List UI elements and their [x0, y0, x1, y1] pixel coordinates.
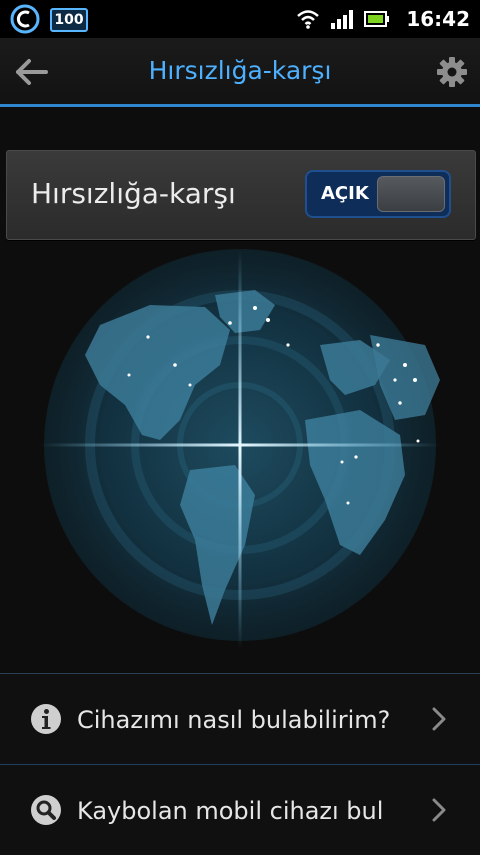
- page-title: Hırsızlığa-karşı: [148, 56, 332, 85]
- gear-icon[interactable]: [434, 54, 470, 90]
- switch-state-label: AÇIK: [321, 183, 369, 204]
- info-icon: [31, 704, 61, 734]
- anti-theft-switch[interactable]: AÇIK: [305, 170, 451, 218]
- search-icon: [31, 795, 61, 825]
- list-item-label: Cihazımı nasıl bulabilirim?: [77, 706, 391, 734]
- action-bar: Hırsızlığa-karşı: [0, 38, 480, 107]
- anti-theft-toggle-row: Hırsızlığa-karşı AÇIK: [6, 150, 476, 240]
- options-list: Cihazımı nasıl bulabilirim? Kaybolan mob…: [0, 673, 480, 855]
- wifi-icon: [297, 10, 320, 29]
- signal-icon: [331, 10, 354, 29]
- battery-icon: [364, 11, 390, 27]
- globe-radar-illustration: [40, 249, 440, 650]
- chevron-right-icon: [432, 707, 446, 731]
- app-icon: [10, 4, 40, 34]
- switch-knob[interactable]: [377, 176, 445, 212]
- clock: 16:42: [406, 7, 470, 31]
- battery-level-badge: 100: [50, 8, 88, 32]
- list-item-how-to-find[interactable]: Cihazımı nasıl bulabilirim?: [0, 673, 480, 764]
- toggle-label: Hırsızlığa-karşı: [31, 177, 236, 210]
- status-bar: 100 16:42: [0, 0, 480, 38]
- chevron-right-icon: [432, 798, 446, 822]
- list-item-find-device[interactable]: Kaybolan mobil cihazı bul: [0, 764, 480, 855]
- list-item-label: Kaybolan mobil cihazı bul: [77, 797, 384, 825]
